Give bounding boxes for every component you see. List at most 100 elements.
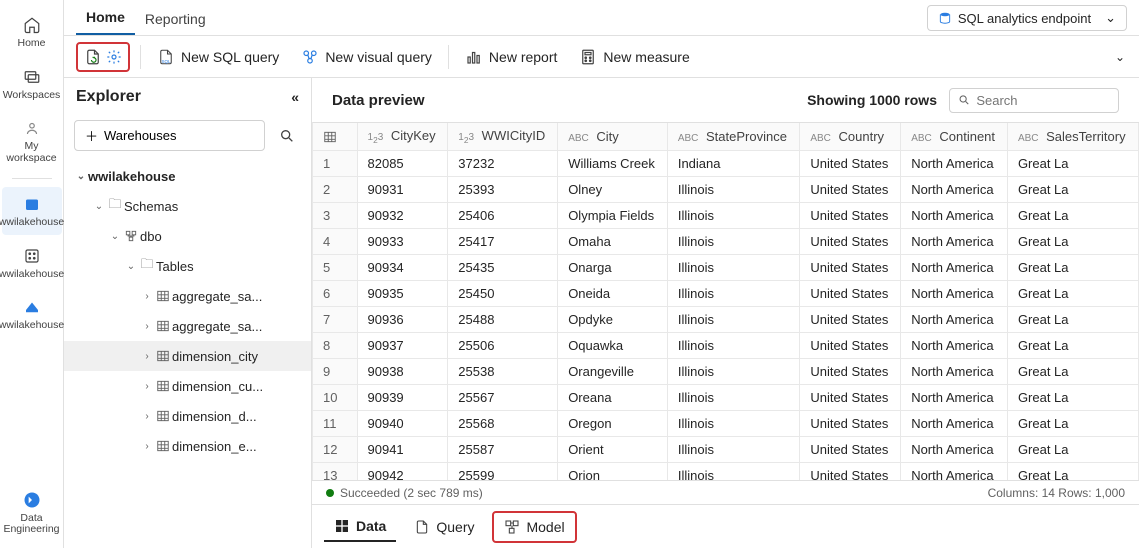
- rail-lakehouse-2[interactable]: wwilakehouse: [2, 239, 62, 287]
- table-cell: 25567: [448, 385, 558, 411]
- table-cell: North America: [901, 359, 1008, 385]
- data-preview-panel: Data preview Showing 1000 rows 123 CityK…: [312, 78, 1139, 548]
- table-cell: Olney: [558, 177, 668, 203]
- table-icon: [154, 289, 172, 303]
- tree-table-item[interactable]: ›dimension_city: [64, 341, 311, 371]
- column-header[interactable]: ABC SalesTerritory: [1007, 123, 1138, 151]
- top-tabs: Home Reporting SQL analytics endpoint ⌄: [64, 0, 1139, 36]
- main-content: Home Reporting SQL analytics endpoint ⌄ …: [64, 0, 1139, 548]
- tab-home[interactable]: Home: [76, 9, 135, 35]
- warehouses-button[interactable]: ＋ Warehouses: [74, 120, 265, 151]
- data-engineering-icon: [21, 489, 43, 511]
- column-header[interactable]: 123 WWICityID: [448, 123, 558, 151]
- table-row[interactable]: 69093525450OneidaIllinoisUnited StatesNo…: [313, 281, 1139, 307]
- preview-search-box[interactable]: [949, 88, 1119, 113]
- column-header[interactable]: ABC Country: [800, 123, 901, 151]
- sql-page-icon: SQL: [157, 48, 175, 66]
- tab-data[interactable]: Data: [324, 512, 396, 542]
- rail-workspaces[interactable]: Workspaces: [2, 60, 62, 108]
- table-cell: North America: [901, 385, 1008, 411]
- tree-table-item[interactable]: ›aggregate_sa...: [64, 281, 311, 311]
- refresh-button[interactable]: [76, 42, 130, 72]
- table-cell: Great La: [1007, 411, 1138, 437]
- table-row[interactable]: 119094025568OregonIllinoisUnited StatesN…: [313, 411, 1139, 437]
- explorer-search-button[interactable]: [273, 122, 301, 150]
- data-grid[interactable]: 123 CityKey123 WWICityIDABC CityABC Stat…: [312, 122, 1139, 480]
- table-row[interactable]: 99093825538OrangevilleIllinoisUnited Sta…: [313, 359, 1139, 385]
- table-row[interactable]: 109093925567OreanaIllinoisUnited StatesN…: [313, 385, 1139, 411]
- toolbar-overflow[interactable]: ⌄: [1115, 50, 1125, 64]
- table-row[interactable]: 129094125587OrientIllinoisUnited StatesN…: [313, 437, 1139, 463]
- endpoint-selector[interactable]: SQL analytics endpoint ⌄: [927, 5, 1127, 31]
- table-cell: United States: [800, 437, 901, 463]
- rail-lakehouse-1[interactable]: wwilakehouse: [2, 187, 62, 235]
- search-icon: [958, 93, 970, 107]
- table-row[interactable]: 79093625488OpdykeIllinoisUnited StatesNo…: [313, 307, 1139, 333]
- table-cell: Opdyke: [558, 307, 668, 333]
- tree-dbo[interactable]: ⌄dbo: [64, 221, 311, 251]
- tree-table-item[interactable]: ›dimension_e...: [64, 431, 311, 461]
- table-icon: [154, 409, 172, 423]
- preview-search-input[interactable]: [976, 93, 1110, 108]
- table-cell: 90940: [357, 411, 448, 437]
- table-cell: 25435: [448, 255, 558, 281]
- table-cell: Great La: [1007, 307, 1138, 333]
- table-row[interactable]: 49093325417OmahaIllinoisUnited StatesNor…: [313, 229, 1139, 255]
- tree-table-item[interactable]: ›dimension_d...: [64, 401, 311, 431]
- table-cell: United States: [800, 151, 901, 177]
- column-header[interactable]: 123 CityKey: [357, 123, 448, 151]
- home-icon: [21, 14, 43, 36]
- table-cell: Great La: [1007, 385, 1138, 411]
- table-cell: Oregon: [558, 411, 668, 437]
- table-cell: Illinois: [667, 177, 800, 203]
- tree-table-item[interactable]: ›aggregate_sa...: [64, 311, 311, 341]
- folder-icon: 🗀: [138, 255, 156, 277]
- rail-divider: [12, 178, 52, 179]
- table-row[interactable]: 139094225599OrionIllinoisUnited StatesNo…: [313, 463, 1139, 481]
- table-row[interactable]: 29093125393OlneyIllinoisUnited StatesNor…: [313, 177, 1139, 203]
- new-measure-button[interactable]: New measure: [573, 44, 695, 70]
- table-cell: Orion: [558, 463, 668, 481]
- tab-model[interactable]: Model: [492, 511, 576, 543]
- new-visual-query-button[interactable]: New visual query: [295, 44, 438, 70]
- new-report-button[interactable]: New report: [459, 44, 563, 70]
- rail-home[interactable]: Home: [2, 8, 62, 56]
- tree-schemas[interactable]: ⌄🗀Schemas: [64, 191, 311, 221]
- rail-my-workspace[interactable]: My workspace: [2, 111, 62, 170]
- tab-query[interactable]: Query: [404, 513, 484, 541]
- table-cell: North America: [901, 333, 1008, 359]
- tab-reporting[interactable]: Reporting: [135, 11, 216, 35]
- row-number: 11: [313, 411, 357, 437]
- table-row[interactable]: 59093425435OnargaIllinoisUnited StatesNo…: [313, 255, 1139, 281]
- column-header[interactable]: ABC City: [558, 123, 668, 151]
- table-cell: Illinois: [667, 437, 800, 463]
- table-cell: 25587: [448, 437, 558, 463]
- collapse-explorer-icon[interactable]: «: [291, 89, 299, 105]
- grid-icon: [334, 518, 350, 534]
- tree-tables[interactable]: ⌄🗀Tables: [64, 251, 311, 281]
- table-cell: 90942: [357, 463, 448, 481]
- table-cell: 90936: [357, 307, 448, 333]
- rail-lakehouse-3[interactable]: wwilakehouse: [2, 290, 62, 338]
- rail-data-engineering[interactable]: Data Engineering: [2, 483, 62, 542]
- tree-table-item[interactable]: ›dimension_cu...: [64, 371, 311, 401]
- calculator-icon: [579, 48, 597, 66]
- table-row[interactable]: 39093225406Olympia FieldsIllinoisUnited …: [313, 203, 1139, 229]
- toolbar-divider: [140, 45, 141, 69]
- row-number: 10: [313, 385, 357, 411]
- table-cell: Illinois: [667, 229, 800, 255]
- column-header[interactable]: ABC StateProvince: [667, 123, 800, 151]
- table-icon: [154, 439, 172, 453]
- table-row[interactable]: 89093725506OquawkaIllinoisUnited StatesN…: [313, 333, 1139, 359]
- table-row[interactable]: 18208537232Williams CreekIndianaUnited S…: [313, 151, 1139, 177]
- table-cell: Great La: [1007, 463, 1138, 481]
- table-cell: North America: [901, 463, 1008, 481]
- search-icon: [279, 128, 295, 144]
- table-cell: Illinois: [667, 359, 800, 385]
- table-cell: Onarga: [558, 255, 668, 281]
- toolbar: SQL New SQL query New visual query New r…: [64, 36, 1139, 78]
- new-sql-query-button[interactable]: SQL New SQL query: [151, 44, 285, 70]
- tree-database[interactable]: ⌄wwilakehouse: [64, 161, 311, 191]
- table-cell: North America: [901, 203, 1008, 229]
- column-header[interactable]: ABC Continent: [901, 123, 1008, 151]
